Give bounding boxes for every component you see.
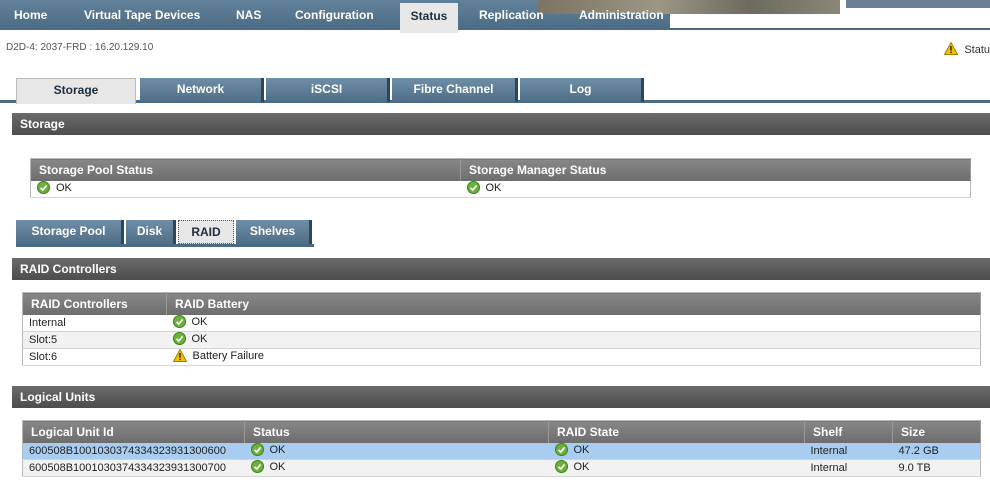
status-header: Status: [244, 420, 549, 443]
storage-manager-status-header: Storage Manager Status: [460, 158, 971, 181]
raid-battery-cell: OK: [166, 331, 981, 349]
raid-battery-status: OK: [191, 315, 208, 328]
logical-unit-shelf: Internal: [804, 459, 893, 477]
storage-pool-status-header: Storage Pool Status: [30, 158, 461, 181]
logical-unit-raid-state: OK: [548, 442, 805, 460]
logical-unit-id-header: Logical Unit Id: [22, 420, 245, 443]
top-navigation: Home Virtual Tape Devices NAS Configurat…: [0, 0, 990, 33]
system-status-indicator[interactable]: Statu: [943, 41, 990, 58]
logical-unit-status: OK: [244, 442, 549, 460]
subtab-underline: [16, 244, 314, 247]
nav-virtual-tape-devices[interactable]: Virtual Tape Devices: [74, 0, 210, 30]
storage-manager-status-cell: OK: [460, 180, 971, 198]
ok-icon: [250, 442, 264, 459]
warning-icon: [943, 41, 959, 58]
nav-home[interactable]: Home: [4, 0, 57, 30]
raid-controllers-table: RAID Controllers RAID Battery Internal O…: [22, 292, 981, 366]
main-tabs: Storage Network iSCSI Fibre Channel Log: [0, 78, 990, 104]
ok-icon: [250, 460, 264, 476]
raid-controllers-section-header: RAID Controllers: [12, 258, 990, 280]
logical-units-table: Logical Unit Id Status RAID State Shelf …: [22, 420, 981, 477]
nav-status[interactable]: Status: [400, 3, 458, 33]
raid-battery-status: OK: [191, 333, 208, 345]
nav-divider: [670, 28, 990, 30]
tab-network[interactable]: Network: [140, 78, 264, 102]
logical-unit-raid-state: OK: [548, 459, 805, 477]
storage-pool-status-cell: OK: [30, 180, 461, 198]
logical-unit-id: 600508B1001030374334323931300600: [22, 442, 245, 460]
table-row[interactable]: Internal OK: [22, 314, 981, 332]
nav-administration[interactable]: Administration: [569, 0, 674, 30]
logical-unit-size: 9.0 TB: [892, 459, 981, 477]
storage-pool-status-value: OK: [56, 181, 72, 194]
raid-battery-header: RAID Battery: [166, 292, 981, 315]
tab-storage[interactable]: Storage: [16, 78, 136, 104]
status-text: OK: [269, 443, 286, 456]
shelf-header: Shelf: [804, 420, 893, 443]
logical-unit-status: OK: [244, 459, 549, 477]
nav-replication[interactable]: Replication: [469, 0, 554, 30]
raid-controller-name: Internal: [22, 314, 167, 332]
ok-icon: [37, 180, 50, 197]
ok-icon: [172, 332, 186, 348]
raid-controller-name: Slot:5: [22, 331, 167, 349]
subtab-storage-pool[interactable]: Storage Pool: [16, 220, 124, 244]
subtab-shelves[interactable]: Shelves: [236, 220, 312, 244]
table-row[interactable]: Slot:6 Battery Failure: [22, 348, 981, 366]
table-row[interactable]: Slot:5 OK: [22, 331, 981, 349]
logical-unit-id: 600508B1001030374334323931300700: [22, 459, 245, 477]
size-header: Size: [892, 420, 981, 443]
status-text: OK: [269, 461, 286, 473]
storage-section-header: Storage: [12, 113, 990, 135]
ok-icon: [554, 442, 568, 459]
raid-controllers-header: RAID Controllers: [22, 292, 167, 315]
raid-state-text: OK: [573, 443, 590, 456]
raid-state-text: OK: [573, 461, 590, 473]
header-banner-strip: [846, 0, 990, 8]
tab-fibre-channel[interactable]: Fibre Channel: [392, 78, 518, 102]
ok-icon: [554, 460, 568, 476]
logical-unit-shelf: Internal: [804, 442, 893, 460]
subtab-raid[interactable]: RAID: [178, 220, 234, 244]
logical-unit-size: 47.2 GB: [892, 442, 981, 460]
ok-icon: [172, 314, 186, 331]
storage-status-table: Storage Pool Status Storage Manager Stat…: [30, 158, 971, 198]
table-row[interactable]: 600508B1001030374334323931300600 OK OK I…: [22, 442, 981, 460]
logical-units-section-header: Logical Units: [12, 386, 990, 408]
nav-nas[interactable]: NAS: [226, 0, 271, 30]
nav-configuration[interactable]: Configuration: [285, 0, 384, 30]
ok-icon: [466, 180, 480, 197]
subtab-disk[interactable]: Disk: [126, 220, 176, 244]
system-identifier: D2D-4: 2037-FRD : 16.20.129.10: [6, 42, 154, 53]
raid-controller-name: Slot:6: [22, 348, 167, 366]
raid-battery-cell: OK: [166, 314, 981, 332]
raid-battery-cell: Battery Failure: [166, 348, 981, 366]
status-label: Statu: [964, 44, 990, 56]
tab-iscsi[interactable]: iSCSI: [266, 78, 390, 102]
table-row[interactable]: 600508B1001030374334323931300700 OK OK I…: [22, 459, 981, 477]
warning-icon: [172, 348, 187, 365]
tab-log[interactable]: Log: [520, 78, 644, 102]
storage-manager-status-value: OK: [485, 181, 502, 194]
raid-state-header: RAID State: [548, 420, 805, 443]
raid-battery-status: Battery Failure: [192, 350, 265, 362]
